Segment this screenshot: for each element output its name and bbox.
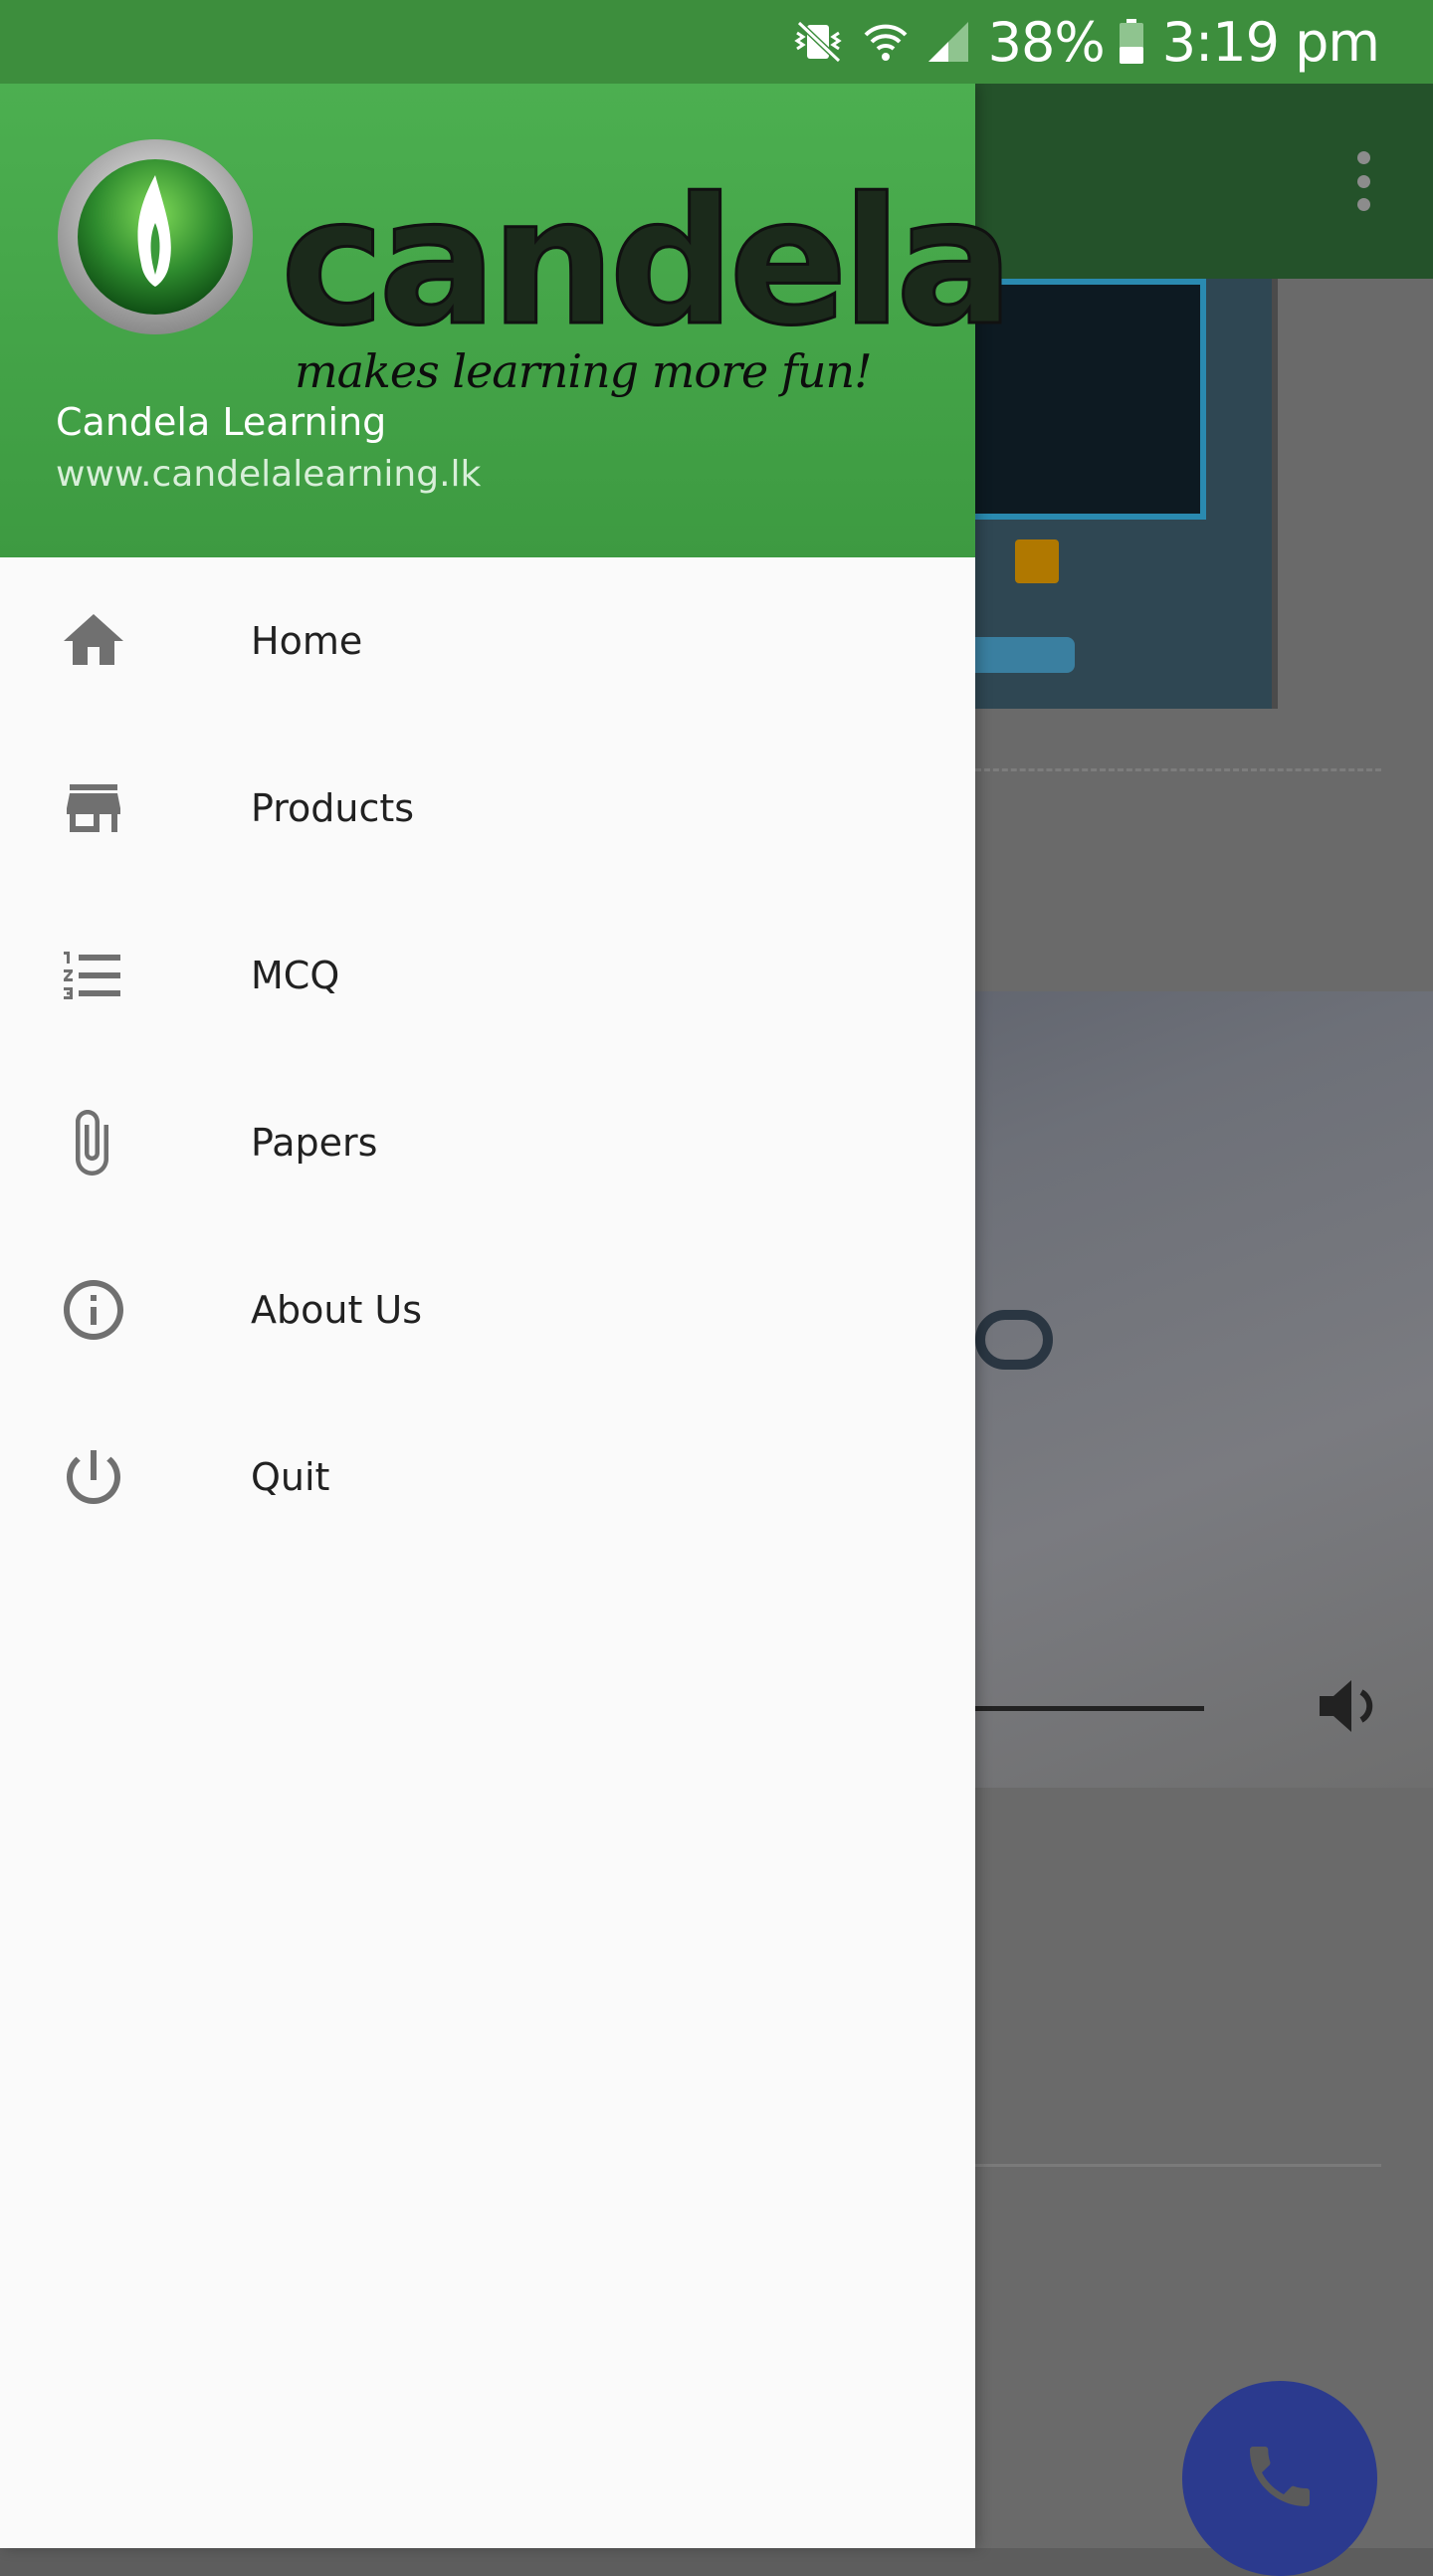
power-icon: [0, 1441, 251, 1513]
signal-icon: [926, 20, 970, 64]
menu-item-mcq[interactable]: MCQ: [0, 892, 975, 1059]
header-account-name: Candela Learning: [56, 400, 387, 444]
menu-item-papers[interactable]: Papers: [0, 1059, 975, 1226]
status-bar: 38% 3:19 pm: [0, 0, 1433, 84]
wifi-icon: [863, 19, 909, 65]
menu-item-label: About Us: [251, 1288, 423, 1332]
info-icon: [0, 1274, 251, 1346]
home-icon: [0, 605, 251, 677]
menu-item-about-us[interactable]: About Us: [0, 1226, 975, 1394]
header-website: www.candelalearning.lk: [56, 454, 482, 495]
call-button[interactable]: [1182, 2381, 1377, 2576]
volume-icon[interactable]: [1314, 1670, 1385, 1746]
drawer-header: candela makes learning more fun! Candela…: [0, 84, 1015, 557]
logo-tagline: makes learning more fun!: [295, 344, 873, 398]
clock: 3:19 pm: [1161, 10, 1380, 74]
logo-wordmark: candela: [280, 160, 1016, 364]
menu-item-label: Quit: [251, 1455, 330, 1499]
divider: [975, 768, 1381, 771]
numbered-list-icon: [0, 940, 251, 1011]
menu-item-label: Home: [251, 619, 363, 663]
store-icon: [0, 772, 251, 844]
vibrate-icon: [793, 19, 845, 65]
battery-percent: 38%: [987, 10, 1106, 74]
candela-logo-icon: [56, 137, 255, 340]
video-seek-bar[interactable]: [955, 1706, 1204, 1711]
drawer-menu: Home Products MCQ Papers About Us Quit: [0, 557, 975, 1561]
divider: [975, 2164, 1381, 2167]
menu-item-label: Products: [251, 786, 415, 830]
menu-item-label: Papers: [251, 1121, 378, 1165]
menu-item-label: MCQ: [251, 954, 340, 997]
phone-icon: [1240, 2437, 1320, 2520]
menu-item-home[interactable]: Home: [0, 557, 975, 725]
paperclip-icon: [0, 1107, 251, 1179]
navigation-drawer: candela makes learning more fun! Candela…: [0, 84, 1015, 2548]
menu-item-products[interactable]: Products: [0, 725, 975, 892]
overflow-menu-icon[interactable]: [1353, 151, 1373, 211]
menu-item-quit[interactable]: Quit: [0, 1394, 975, 1561]
battery-icon: [1119, 19, 1144, 65]
